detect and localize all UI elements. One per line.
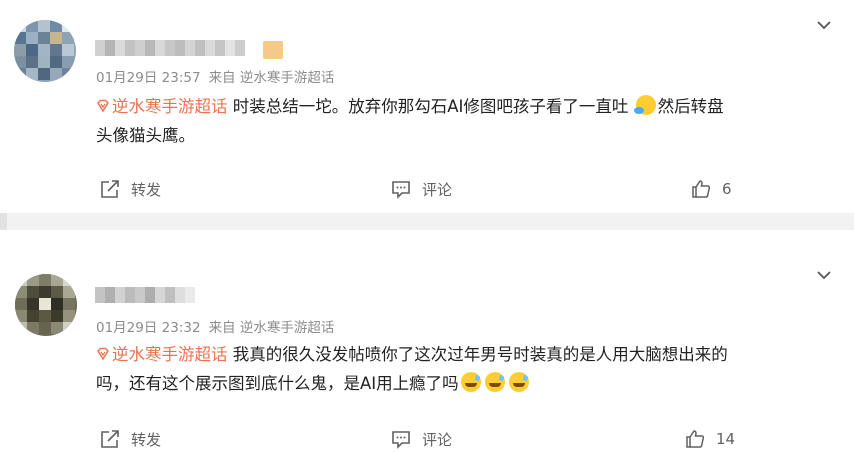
- repost-icon: [101, 180, 119, 198]
- comment-label: 评论: [422, 430, 453, 449]
- comment-card: 01月29日 23:57 来自 逆水寒手游超话 逆水寒手游超话 时装总结一坨。放弃…: [0, 0, 854, 213]
- comment-card: 01月29日 23:32 来自 逆水寒手游超话 逆水寒手游超话 我真的很久没发帖喷…: [0, 230, 854, 451]
- thumbs-up-icon: [692, 180, 711, 198]
- post-text: 逆水寒手游超话 我真的很久没发帖喷你了这次过年男号时装真的是人用大脑想出来的 吗…: [96, 345, 728, 393]
- action-bar: 转发 评论 6: [0, 178, 854, 202]
- repost-button[interactable]: 转发: [99, 428, 161, 450]
- topic-link[interactable]: 逆水寒手游超话: [96, 345, 228, 364]
- grin-sweat-emoji: [508, 372, 529, 392]
- post-source[interactable]: 来自 逆水寒手游超话: [209, 70, 335, 86]
- post-time: 01月29日 23:32: [96, 320, 201, 336]
- avatar[interactable]: [14, 20, 76, 82]
- chevron-down-icon[interactable]: [816, 17, 832, 33]
- post-source[interactable]: 来自 逆水寒手游超话: [209, 320, 335, 336]
- member-badge: [263, 41, 283, 59]
- grin-sweat-emoji: [460, 372, 481, 392]
- grin-sweat-emoji: [484, 372, 505, 392]
- like-count: 14: [716, 430, 736, 448]
- comment-label: 评论: [422, 180, 453, 199]
- super-topic-icon: [97, 99, 109, 113]
- like-button[interactable]: 6: [690, 178, 732, 200]
- repost-label: 转发: [131, 180, 162, 199]
- username-pixelated[interactable]: [95, 287, 195, 303]
- super-topic-icon: [97, 347, 109, 361]
- crying-laughing-emoji: [633, 95, 656, 115]
- repost-label: 转发: [131, 430, 162, 449]
- comment-icon: [392, 181, 410, 199]
- action-bar: 转发 评论 14: [0, 428, 854, 452]
- post-meta: 01月29日 23:57 来自 逆水寒手游超话: [96, 66, 334, 86]
- post-time: 01月29日 23:57: [96, 70, 201, 86]
- comment-button[interactable]: 评论: [390, 428, 452, 450]
- like-count: 6: [722, 180, 732, 198]
- thumbs-up-icon: [686, 430, 705, 448]
- card-separator: [0, 213, 854, 230]
- post-meta: 01月29日 23:32 来自 逆水寒手游超话: [96, 316, 334, 336]
- avatar[interactable]: [15, 274, 77, 336]
- like-button[interactable]: 14: [684, 428, 735, 450]
- chevron-down-icon[interactable]: [816, 267, 832, 283]
- username-pixelated[interactable]: [95, 40, 245, 56]
- repost-button[interactable]: 转发: [99, 178, 161, 200]
- repost-icon: [101, 430, 119, 448]
- topic-link[interactable]: 逆水寒手游超话: [96, 97, 228, 116]
- comment-icon: [392, 431, 410, 449]
- post-text: 逆水寒手游超话 时装总结一坨。放弃你那勾石AI修图吧孩子看了一直吐 然后转盘 头…: [96, 95, 724, 145]
- comment-button[interactable]: 评论: [390, 178, 452, 200]
